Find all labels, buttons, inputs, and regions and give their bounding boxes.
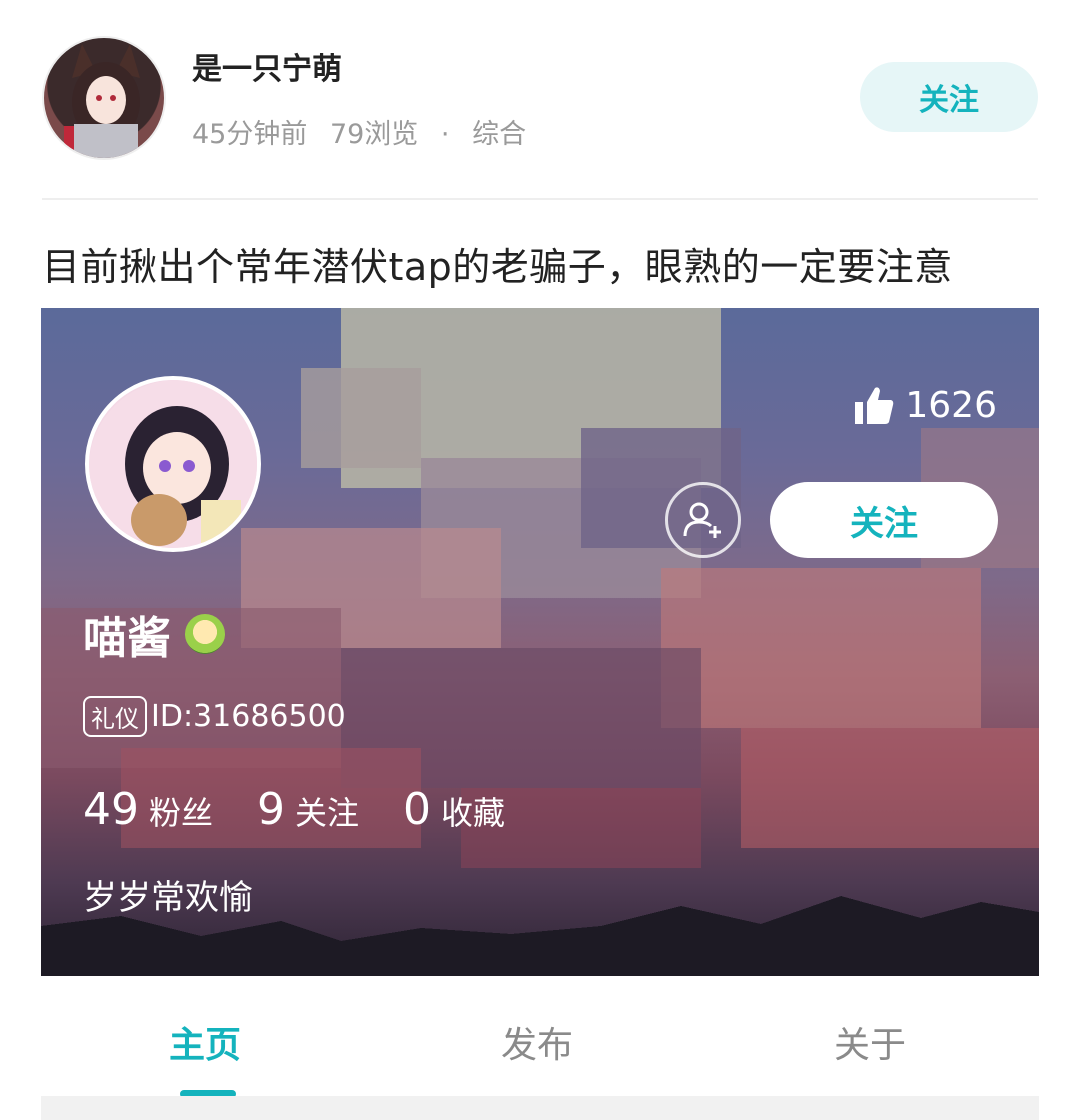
likes-number: 1626 [905, 384, 997, 426]
avatar-illustration-icon [64, 44, 140, 158]
profile-stats: 49 粉丝 9 关注 0 收藏 [83, 784, 549, 835]
profile-screenshot: 1626 关注 喵酱 礼仪 ID:31686500 49 粉丝 9 关注 0 收… [41, 308, 1039, 976]
add-friend-button[interactable] [665, 482, 741, 558]
profile-nickname: 喵酱 [83, 602, 225, 666]
post-time: 45分钟前 [192, 119, 308, 150]
tab-posts[interactable]: 发布 [501, 1016, 573, 1068]
follow-profile-button[interactable]: 关注 [770, 482, 998, 558]
following-label[interactable]: 关注 [295, 788, 359, 834]
profile-avatar[interactable] [85, 376, 261, 552]
etiquette-tag[interactable]: 礼仪 [83, 696, 147, 737]
meta-separator: · [440, 119, 450, 150]
anime-avatar-icon [89, 380, 257, 548]
profile-id-line: 礼仪 ID:31686500 [83, 696, 346, 737]
nickname-text: 喵酱 [83, 613, 171, 664]
tab-home[interactable]: 主页 [169, 1016, 241, 1068]
favorites-label[interactable]: 收藏 [441, 788, 505, 834]
profile-id: ID:31686500 [151, 699, 346, 734]
thumbs-up-icon [855, 387, 894, 424]
profile-tabs: 主页 发布 关于 [41, 976, 1039, 1098]
add-friend-icon [683, 502, 721, 538]
footer-strip [41, 1096, 1039, 1120]
header-divider [42, 198, 1038, 200]
post-header: 是一只宁萌 45分钟前 79浏览 · 综合 关注 [0, 0, 1080, 200]
follow-author-button[interactable]: 关注 [860, 62, 1038, 132]
likes-count: 1626 [853, 384, 997, 426]
author-avatar[interactable] [42, 36, 166, 160]
post-meta: 45分钟前 79浏览 · 综合 [192, 112, 540, 151]
favorites-count[interactable]: 0 [403, 784, 431, 835]
character-badge-icon [185, 614, 225, 654]
profile-bio: 岁岁常欢愉 [83, 878, 253, 918]
following-count[interactable]: 9 [257, 784, 285, 835]
followers-label[interactable]: 粉丝 [149, 788, 213, 834]
followers-count[interactable]: 49 [83, 784, 139, 835]
author-name[interactable]: 是一只宁萌 [192, 44, 342, 88]
post-views: 79浏览 [329, 119, 419, 150]
post-title: 目前揪出个常年潜伏tap的老骗子，眼熟的一定要注意 [42, 245, 953, 289]
post-category[interactable]: 综合 [472, 119, 526, 150]
tab-about[interactable]: 关于 [834, 1016, 906, 1068]
